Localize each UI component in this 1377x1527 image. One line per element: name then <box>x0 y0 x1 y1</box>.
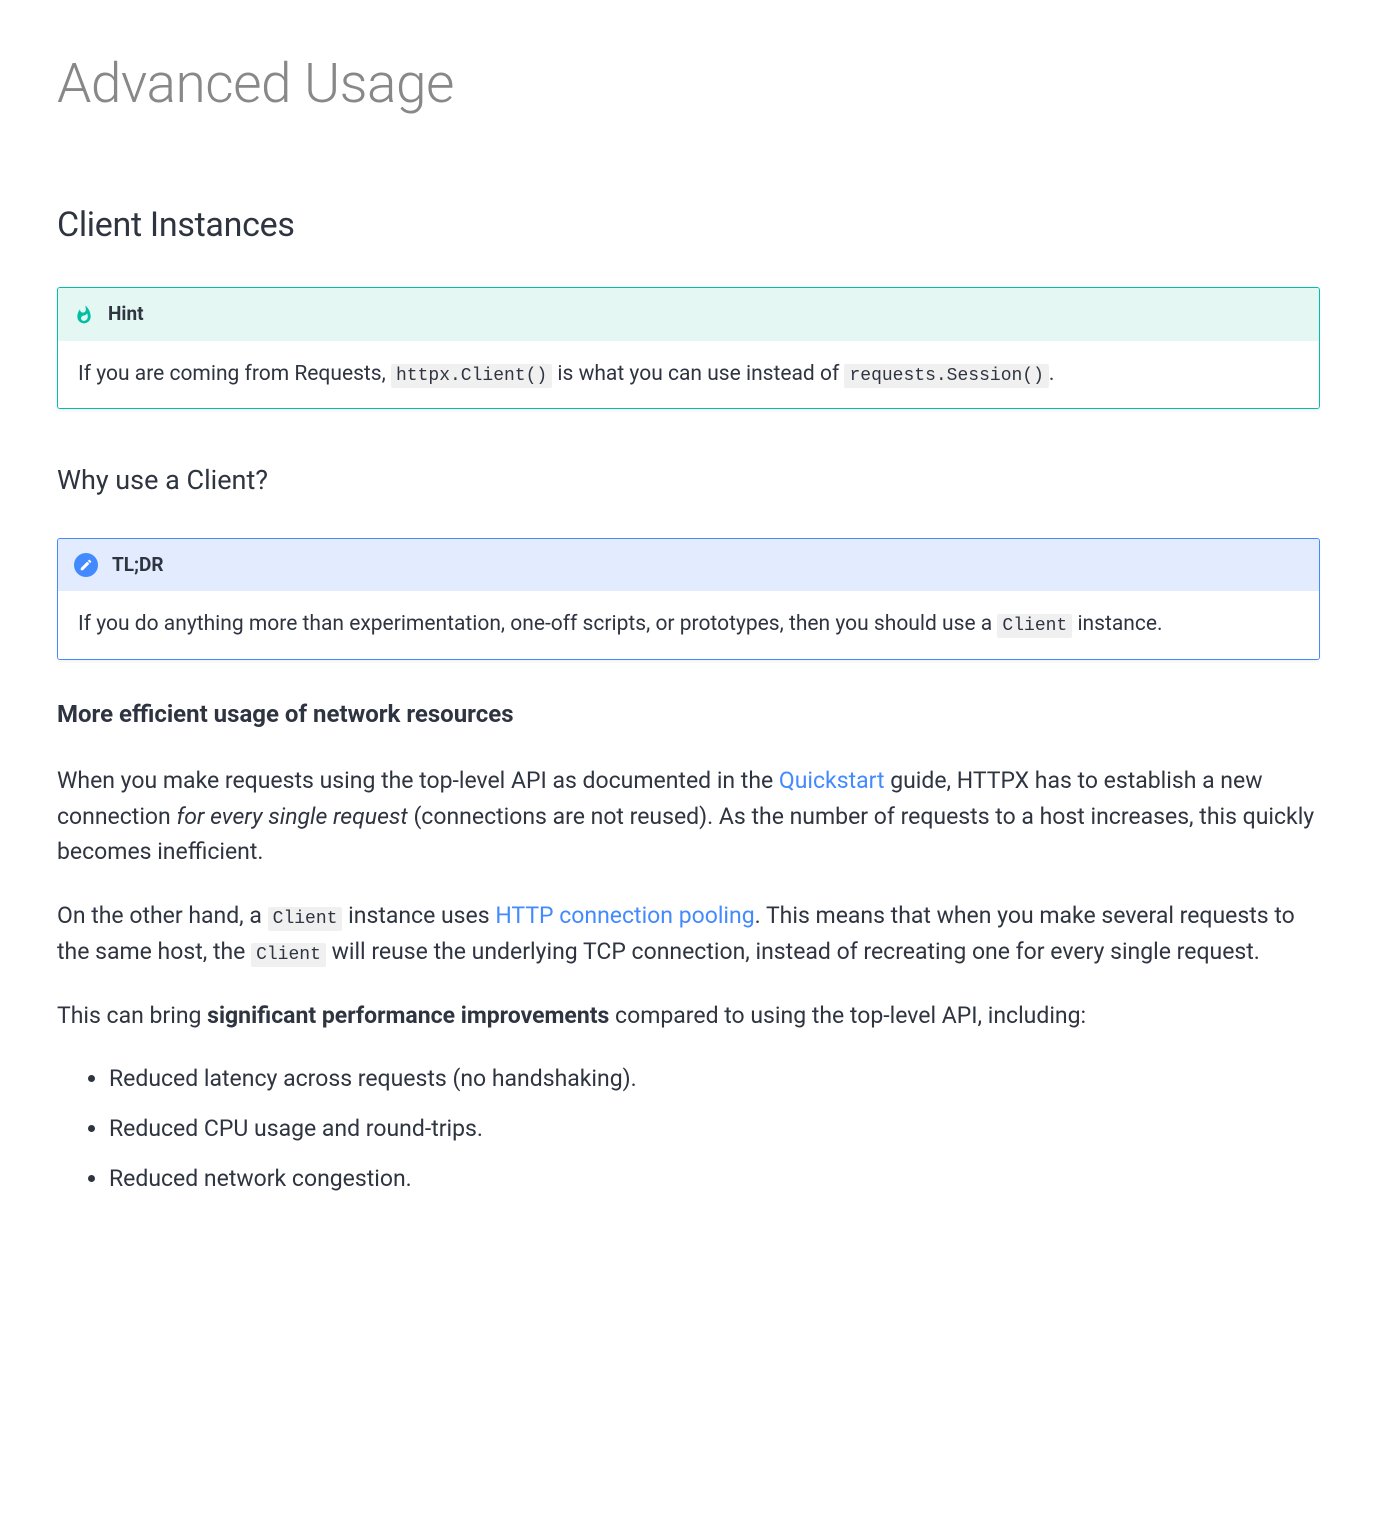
p2-text-4: will reuse the underlying TCP connection… <box>326 938 1260 965</box>
fire-icon <box>74 305 94 325</box>
p2-code-2: Client <box>251 943 326 967</box>
hint-title-text: Hint <box>108 299 144 329</box>
tldr-title-text: TL;DR <box>112 550 164 580</box>
paragraph-3: This can bring significant performance i… <box>57 998 1320 1034</box>
tldr-body: If you do anything more than experimenta… <box>58 591 1319 659</box>
hint-text-3: . <box>1049 362 1055 386</box>
p2-text-2: instance uses <box>342 902 495 929</box>
paragraph-2: On the other hand, a Client instance use… <box>57 898 1320 970</box>
p1-text-1: When you make requests using the top-lev… <box>57 767 779 794</box>
p3-text-2: compared to using the top-level API, inc… <box>609 1002 1086 1029</box>
quickstart-link[interactable]: Quickstart <box>779 767 885 794</box>
connection-pooling-link[interactable]: HTTP connection pooling <box>495 902 754 929</box>
section-heading-client-instances: Client Instances <box>57 198 1320 252</box>
subheading-efficient-usage: More efficient usage of network resource… <box>57 695 1320 733</box>
list-item: Reduced CPU usage and round-trips. <box>109 1111 1320 1147</box>
hint-admonition: Hint If you are coming from Requests, ht… <box>57 287 1320 409</box>
tldr-admonition: TL;DR If you do anything more than exper… <box>57 538 1320 660</box>
list-item: Reduced latency across requests (no hand… <box>109 1061 1320 1097</box>
p2-code-1: Client <box>268 907 343 931</box>
p1-emphasis: for every single request <box>176 803 407 830</box>
subsection-heading-why-client: Why use a Client? <box>57 459 1320 502</box>
hint-code-1: httpx.Client() <box>391 364 552 388</box>
p3-text-1: This can bring <box>57 1002 207 1029</box>
hint-code-2: requests.Session() <box>844 364 1048 388</box>
pencil-icon <box>74 553 98 577</box>
p3-strong: significant performance improvements <box>207 1002 609 1029</box>
paragraph-1: When you make requests using the top-lev… <box>57 763 1320 870</box>
tldr-title-bar: TL;DR <box>58 539 1319 591</box>
tldr-text-2: instance. <box>1072 612 1162 636</box>
p2-text-1: On the other hand, a <box>57 902 268 929</box>
tldr-text-1: If you do anything more than experimenta… <box>78 612 997 636</box>
hint-text-1: If you are coming from Requests, <box>78 362 391 386</box>
tldr-code: Client <box>997 614 1072 638</box>
benefits-list: Reduced latency across requests (no hand… <box>57 1061 1320 1196</box>
hint-title-bar: Hint <box>58 288 1319 340</box>
list-item: Reduced network congestion. <box>109 1161 1320 1197</box>
page-title: Advanced Usage <box>57 40 1320 128</box>
hint-body: If you are coming from Requests, httpx.C… <box>58 341 1319 409</box>
hint-text-2: is what you can use instead of <box>552 362 844 386</box>
